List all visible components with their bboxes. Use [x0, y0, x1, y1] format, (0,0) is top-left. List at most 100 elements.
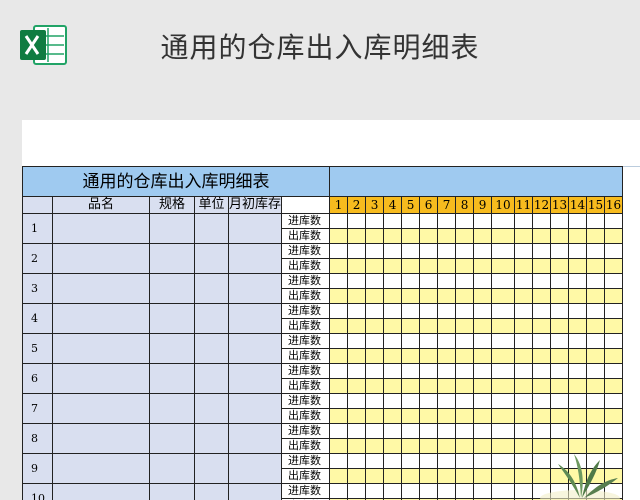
stock-out-cell[interactable]: [329, 318, 349, 334]
stock-out-cell[interactable]: [514, 228, 534, 244]
stock-in-cell[interactable]: [419, 453, 439, 469]
name-cell[interactable]: [52, 483, 150, 500]
stock-out-cell[interactable]: [455, 318, 475, 334]
stock-out-cell[interactable]: [401, 378, 421, 394]
stock-out-cell[interactable]: [604, 378, 624, 394]
stock-in-cell[interactable]: [347, 243, 367, 259]
stock-out-cell[interactable]: [383, 468, 403, 484]
stock-out-cell[interactable]: [568, 288, 588, 304]
stock-out-cell[interactable]: [532, 348, 552, 364]
stock-in-cell[interactable]: [365, 483, 385, 499]
stock-in-cell[interactable]: [604, 213, 624, 229]
stock-in-cell[interactable]: [491, 453, 516, 469]
stock-in-cell[interactable]: [347, 423, 367, 439]
stock-in-cell[interactable]: [365, 393, 385, 409]
stock-in-cell[interactable]: [532, 333, 552, 349]
stock-out-cell[interactable]: [568, 258, 588, 274]
stock-out-cell[interactable]: [550, 288, 570, 304]
stock-out-cell[interactable]: [568, 378, 588, 394]
stock-out-cell[interactable]: [473, 468, 493, 484]
stock-in-cell[interactable]: [568, 303, 588, 319]
stock-out-cell[interactable]: [419, 348, 439, 364]
stock-in-cell[interactable]: [365, 333, 385, 349]
stock-out-cell[interactable]: [401, 438, 421, 454]
unit-cell[interactable]: [194, 213, 229, 244]
opening-stock-cell[interactable]: [227, 363, 283, 394]
stock-out-cell[interactable]: [347, 408, 367, 424]
stock-out-cell[interactable]: [401, 258, 421, 274]
stock-in-cell[interactable]: [491, 363, 516, 379]
stock-in-cell[interactable]: [437, 273, 457, 289]
stock-in-cell[interactable]: [604, 273, 624, 289]
stock-in-cell[interactable]: [514, 363, 534, 379]
stock-in-cell[interactable]: [532, 423, 552, 439]
stock-out-cell[interactable]: [383, 438, 403, 454]
stock-out-cell[interactable]: [550, 408, 570, 424]
stock-in-cell[interactable]: [514, 483, 534, 499]
stock-in-cell[interactable]: [455, 333, 475, 349]
unit-cell[interactable]: [194, 423, 229, 454]
day-header-11[interactable]: 11: [514, 196, 534, 214]
stock-out-cell[interactable]: [473, 228, 493, 244]
stock-in-cell[interactable]: [347, 303, 367, 319]
stock-out-cell[interactable]: [365, 258, 385, 274]
stock-in-cell[interactable]: [491, 303, 516, 319]
stock-out-cell[interactable]: [383, 348, 403, 364]
stock-in-cell[interactable]: [550, 333, 570, 349]
stock-in-cell[interactable]: [473, 363, 493, 379]
stock-in-cell[interactable]: [419, 363, 439, 379]
stock-in-cell[interactable]: [491, 483, 516, 499]
col-header-unit[interactable]: 单位: [194, 196, 229, 214]
stock-out-cell[interactable]: [514, 378, 534, 394]
stock-in-cell[interactable]: [329, 213, 349, 229]
stock-in-cell[interactable]: [455, 483, 475, 499]
stock-out-cell[interactable]: [473, 288, 493, 304]
stock-out-cell[interactable]: [401, 318, 421, 334]
row-number[interactable]: 4: [22, 303, 53, 334]
stock-in-cell[interactable]: [473, 483, 493, 499]
opening-stock-cell[interactable]: [227, 333, 283, 364]
stock-out-cell[interactable]: [437, 468, 457, 484]
stock-in-cell[interactable]: [329, 423, 349, 439]
stock-in-cell[interactable]: [586, 333, 606, 349]
stock-out-cell[interactable]: [437, 438, 457, 454]
row-number[interactable]: 1: [22, 213, 53, 244]
stock-in-cell[interactable]: [365, 273, 385, 289]
col-header-spec[interactable]: 规格: [149, 196, 195, 214]
stock-out-cell[interactable]: [586, 348, 606, 364]
stock-out-cell[interactable]: [514, 408, 534, 424]
stock-out-cell[interactable]: [365, 228, 385, 244]
stock-in-cell[interactable]: [401, 333, 421, 349]
stock-in-cell[interactable]: [568, 273, 588, 289]
stock-in-cell[interactable]: [550, 393, 570, 409]
stock-in-cell[interactable]: [437, 243, 457, 259]
stock-out-cell[interactable]: [514, 318, 534, 334]
stock-in-cell[interactable]: [568, 393, 588, 409]
stock-in-cell[interactable]: [419, 273, 439, 289]
stock-out-cell[interactable]: [419, 468, 439, 484]
stock-out-cell[interactable]: [514, 468, 534, 484]
stock-in-cell[interactable]: [455, 393, 475, 409]
stock-in-cell[interactable]: [550, 243, 570, 259]
name-cell[interactable]: [52, 333, 150, 364]
stock-in-cell[interactable]: [437, 213, 457, 229]
stock-in-cell[interactable]: [383, 483, 403, 499]
stock-in-cell[interactable]: [491, 423, 516, 439]
stock-in-cell[interactable]: [550, 423, 570, 439]
stock-in-cell[interactable]: [437, 453, 457, 469]
stock-in-cell[interactable]: [586, 303, 606, 319]
stock-in-cell[interactable]: [586, 213, 606, 229]
opening-stock-cell[interactable]: [227, 273, 283, 304]
spec-cell[interactable]: [149, 363, 195, 394]
stock-out-cell[interactable]: [329, 378, 349, 394]
stock-out-cell[interactable]: [455, 408, 475, 424]
stock-out-cell[interactable]: [383, 258, 403, 274]
day-header-8[interactable]: 8: [455, 196, 475, 214]
unit-cell[interactable]: [194, 303, 229, 334]
stock-out-cell[interactable]: [365, 408, 385, 424]
stock-in-cell[interactable]: [586, 273, 606, 289]
stock-out-cell[interactable]: [365, 378, 385, 394]
stock-in-cell[interactable]: [329, 483, 349, 499]
stock-in-cell[interactable]: [491, 243, 516, 259]
stock-out-cell[interactable]: [329, 288, 349, 304]
